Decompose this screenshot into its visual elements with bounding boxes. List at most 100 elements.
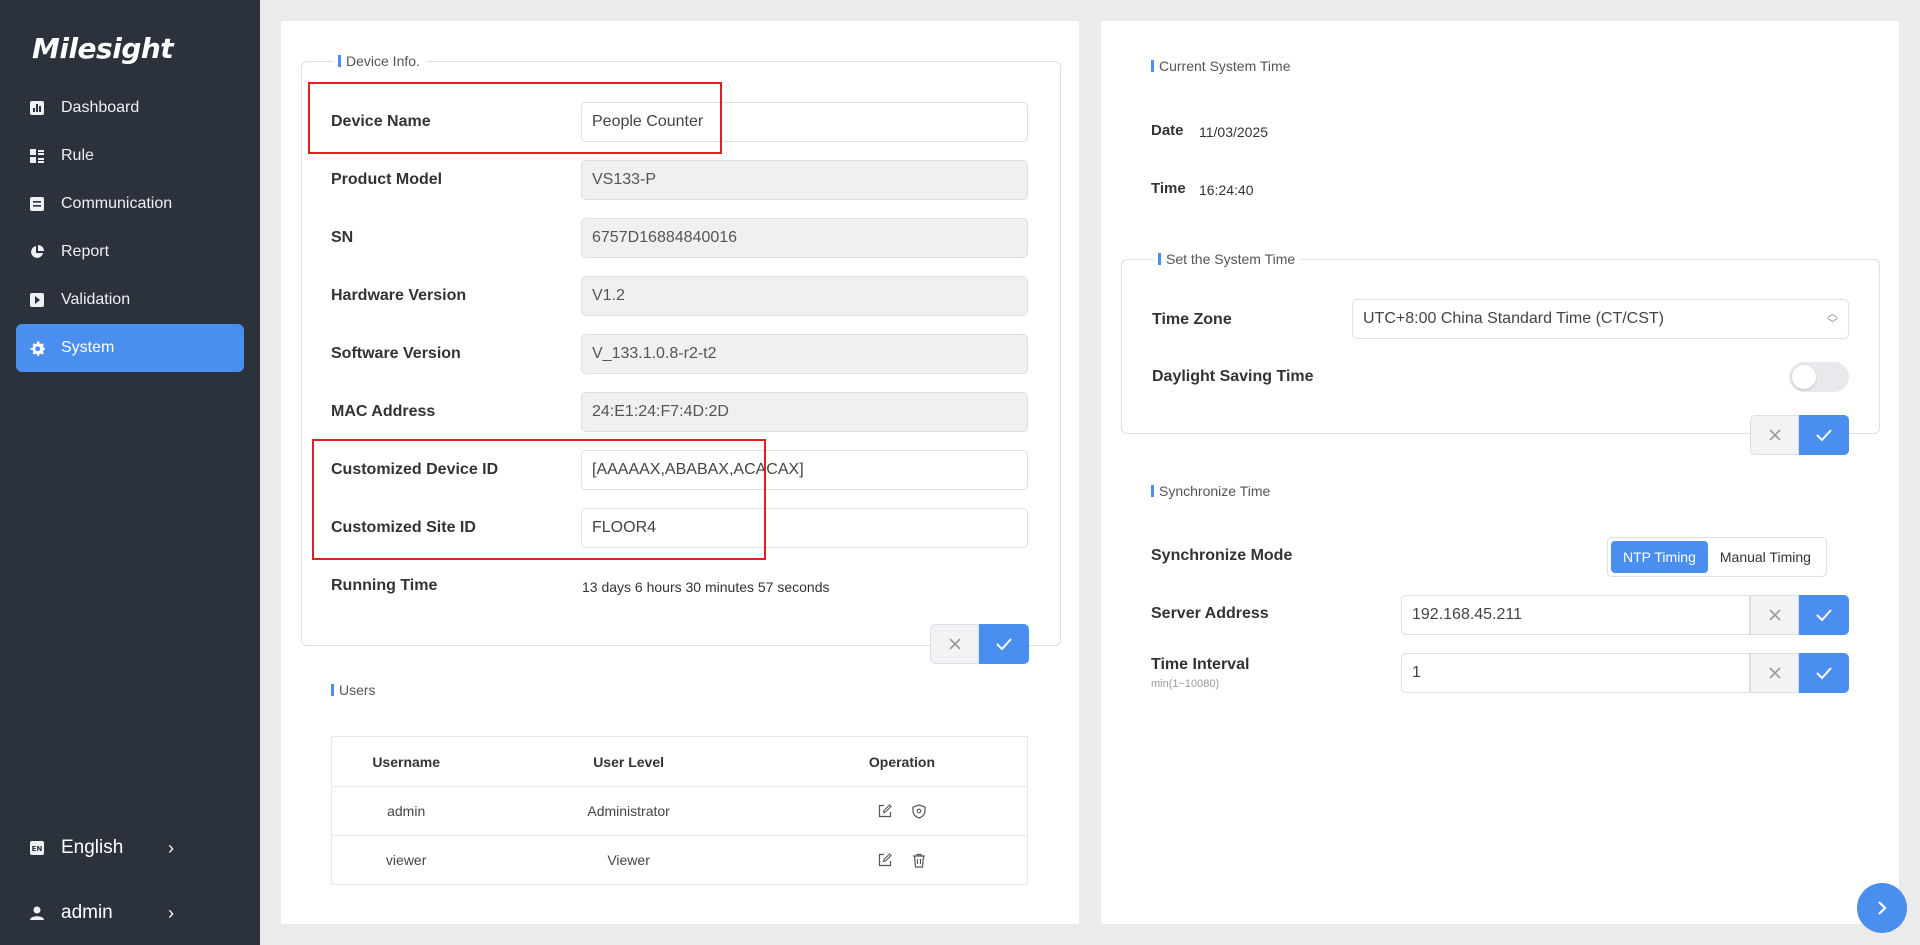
sn-label: SN (331, 229, 354, 246)
chevron-right-icon (1878, 901, 1887, 915)
users-table: Username User Level Operation admin Admi… (331, 736, 1028, 885)
check-icon (1816, 429, 1832, 441)
time-interval-hint: min(1~10080) (1151, 678, 1220, 690)
rule-icon (29, 148, 45, 164)
language-selector[interactable]: EN English › (16, 824, 244, 872)
date-value: 11/03/2025 (1199, 124, 1269, 140)
sync-mode-segmented: NTP Timing Manual Timing (1607, 537, 1827, 577)
close-icon (948, 638, 961, 650)
table-header-row: Username User Level Operation (331, 736, 1028, 787)
username-cell: admin (331, 786, 481, 836)
save-button[interactable] (1799, 595, 1849, 635)
sidebar-item-validation[interactable]: Validation (16, 276, 244, 324)
server-address-input[interactable]: 192.168.45.211 (1401, 595, 1750, 635)
server-address-actions (1750, 595, 1849, 635)
running-time-label: Running Time (331, 577, 438, 594)
cancel-button[interactable] (1750, 653, 1799, 693)
close-icon (1768, 667, 1781, 679)
cancel-button[interactable] (930, 624, 979, 664)
user-menu[interactable]: admin › (16, 889, 244, 937)
language-label: English (61, 837, 124, 858)
gear-icon (29, 340, 45, 356)
product-model-label: Product Model (331, 171, 443, 188)
save-button[interactable] (979, 624, 1029, 664)
ntp-timing-option[interactable]: NTP Timing (1611, 541, 1708, 573)
user-level-cell: Viewer (607, 852, 650, 868)
username-cell: viewer (385, 852, 427, 868)
time-zone-select[interactable]: UTC+8:00 China Standard Time (CT/CST) ︿ ﹀ (1352, 299, 1849, 339)
highlight-box-device-name (308, 82, 722, 154)
system-time-panel: Current System Time Date 11/03/2025 Time… (1101, 21, 1899, 924)
server-address-label: Server Address (1151, 605, 1269, 622)
cancel-button[interactable] (1750, 595, 1799, 635)
edit-icon[interactable] (877, 803, 893, 820)
mac-address-label: MAC Address (331, 403, 436, 420)
sidebar-item-label: System (61, 339, 115, 356)
sidebar-item-label: Dashboard (61, 99, 140, 116)
sync-mode-label: Synchronize Mode (1151, 547, 1293, 564)
check-icon (1816, 609, 1832, 621)
col-operation: Operation (776, 736, 1028, 787)
check-icon (1816, 667, 1832, 679)
brand-logo[interactable]: Milesight (32, 30, 174, 66)
sidebar-item-communication[interactable]: Communication (16, 180, 244, 228)
user-label: admin (61, 902, 113, 923)
set-time-fieldset: Set the System Time (1121, 251, 1880, 434)
dashboard-icon (29, 100, 45, 116)
sidebar-item-label: Report (61, 243, 110, 260)
device-info-title: Device Info. (334, 53, 426, 69)
edit-icon[interactable] (877, 852, 893, 869)
time-label: Time (1151, 180, 1186, 197)
running-time-value: 13 days 6 hours 30 minutes 57 seconds (582, 579, 830, 595)
operation-cell (776, 786, 1028, 836)
manual-timing-option[interactable]: Manual Timing (1708, 541, 1823, 573)
sidebar-item-label: Rule (61, 147, 94, 164)
language-badge: EN (32, 845, 43, 853)
table-row: admin Administrator (331, 786, 1028, 836)
report-icon (29, 244, 45, 260)
user-icon (29, 905, 45, 921)
next-button[interactable] (1857, 883, 1907, 933)
date-label: Date (1151, 122, 1184, 139)
dst-toggle[interactable] (1789, 362, 1849, 392)
table-row: viewer Viewer (332, 836, 1028, 885)
software-version-field: V_133.1.0.8-r2-t2 (581, 334, 1028, 374)
sn-field: 6757D16884840016 (581, 218, 1028, 258)
mac-address-field: 24:E1:24:F7:4D:2D (581, 392, 1028, 432)
logo-text: Milesight (32, 31, 174, 65)
cancel-button[interactable] (1750, 415, 1799, 455)
toggle-knob (1792, 365, 1816, 389)
product-model-field: VS133-P (581, 160, 1028, 200)
col-user-level: User Level (480, 736, 777, 787)
dst-label: Daylight Saving Time (1152, 368, 1314, 385)
communication-icon (29, 196, 45, 212)
sidebar-item-system[interactable]: System (16, 324, 244, 372)
time-interval-label: Time Interval (1151, 656, 1250, 673)
highlight-box-custom-ids (312, 439, 766, 560)
close-icon (1768, 429, 1781, 441)
chevron-right-icon: › (168, 837, 174, 858)
shield-icon[interactable] (911, 804, 927, 820)
time-value: 16:24:40 (1199, 182, 1254, 198)
user-level-cell: Administrator (480, 786, 777, 836)
sidebar-item-report[interactable]: Report (16, 228, 244, 276)
device-panel: Device Info. Device Name People Counter … (281, 21, 1079, 924)
sidebar-item-rule[interactable]: Rule (16, 132, 244, 180)
current-time-title: Current System Time (1151, 58, 1290, 74)
save-button[interactable] (1799, 415, 1849, 455)
close-icon (1768, 609, 1781, 621)
language-icon: EN (29, 840, 45, 856)
set-time-title: Set the System Time (1154, 251, 1302, 267)
trash-icon[interactable] (911, 853, 927, 869)
time-zone-value: UTC+8:00 China Standard Time (CT/CST) (1363, 310, 1664, 327)
time-interval-input[interactable]: 1 (1401, 653, 1750, 693)
device-info-actions (930, 624, 1029, 664)
time-interval-actions (1750, 653, 1849, 693)
save-button[interactable] (1799, 653, 1849, 693)
sidebar-item-label: Communication (61, 195, 173, 212)
set-time-actions (1750, 415, 1849, 455)
time-zone-label: Time Zone (1152, 311, 1232, 328)
sidebar-item-dashboard[interactable]: Dashboard (16, 84, 244, 132)
check-icon (996, 638, 1012, 650)
users-title: Users (331, 682, 376, 698)
